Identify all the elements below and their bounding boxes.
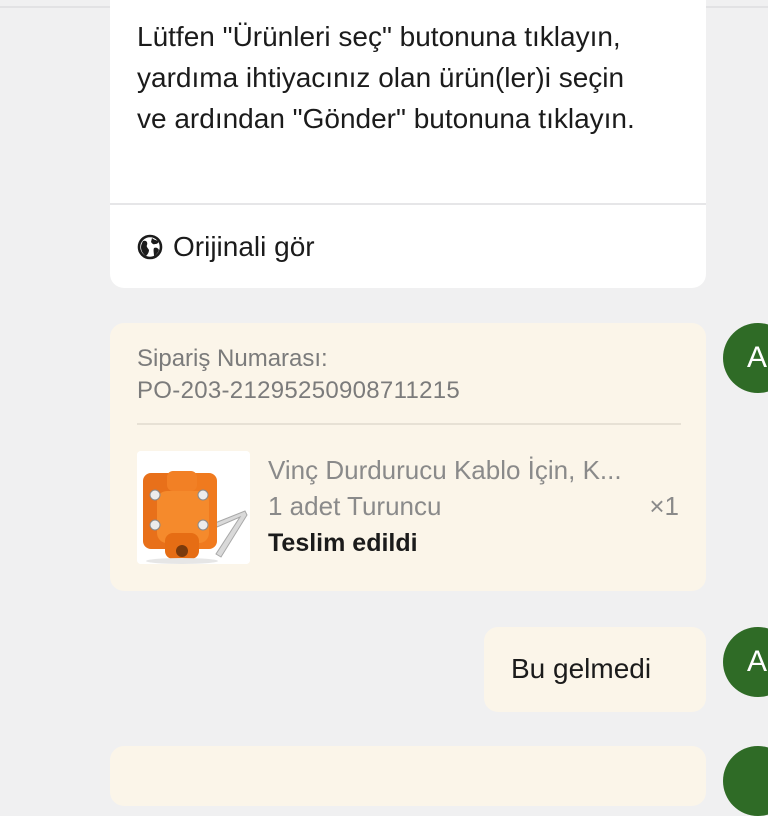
avatar-initial: A xyxy=(747,341,768,374)
order-number-label: Sipariş Numarası: xyxy=(137,345,328,372)
delivery-status: Teslim edildi xyxy=(268,529,418,557)
globe-icon xyxy=(137,234,163,260)
agent-message-bubble: Lütfen "Ürünleri seç" butonuna tıklayın,… xyxy=(110,0,706,288)
product-image-graphic xyxy=(137,451,250,564)
orange-winch-stopper-image[interactable] xyxy=(137,451,250,564)
view-original-link[interactable]: Orijinali gör xyxy=(137,230,315,264)
product-title[interactable]: Vinç Durdurucu Kablo İçin, K... xyxy=(268,455,678,486)
user-message-bubble: Bu gelmedi xyxy=(484,627,706,712)
next-order-card[interactable] xyxy=(110,746,706,806)
user-avatar: A xyxy=(723,323,768,393)
agent-message-text: Lütfen "Ürünleri seç" butonuna tıklayın,… xyxy=(137,21,635,134)
product-quantity: ×1 xyxy=(649,491,679,521)
message-divider xyxy=(110,203,706,205)
user-avatar: A xyxy=(723,627,768,697)
order-number-value: PO-203-21295250908711215 xyxy=(137,377,461,404)
view-original-label: Orijinali gör xyxy=(173,231,315,262)
order-card[interactable]: Sipariş Numarası: PO-203-212952509087112… xyxy=(110,323,706,591)
avatar-initial: A xyxy=(747,645,768,678)
product-variant: 1 adet Turuncu xyxy=(268,491,442,521)
order-divider xyxy=(137,423,681,425)
user-avatar xyxy=(723,746,768,816)
user-message-text: Bu gelmedi xyxy=(511,653,652,684)
